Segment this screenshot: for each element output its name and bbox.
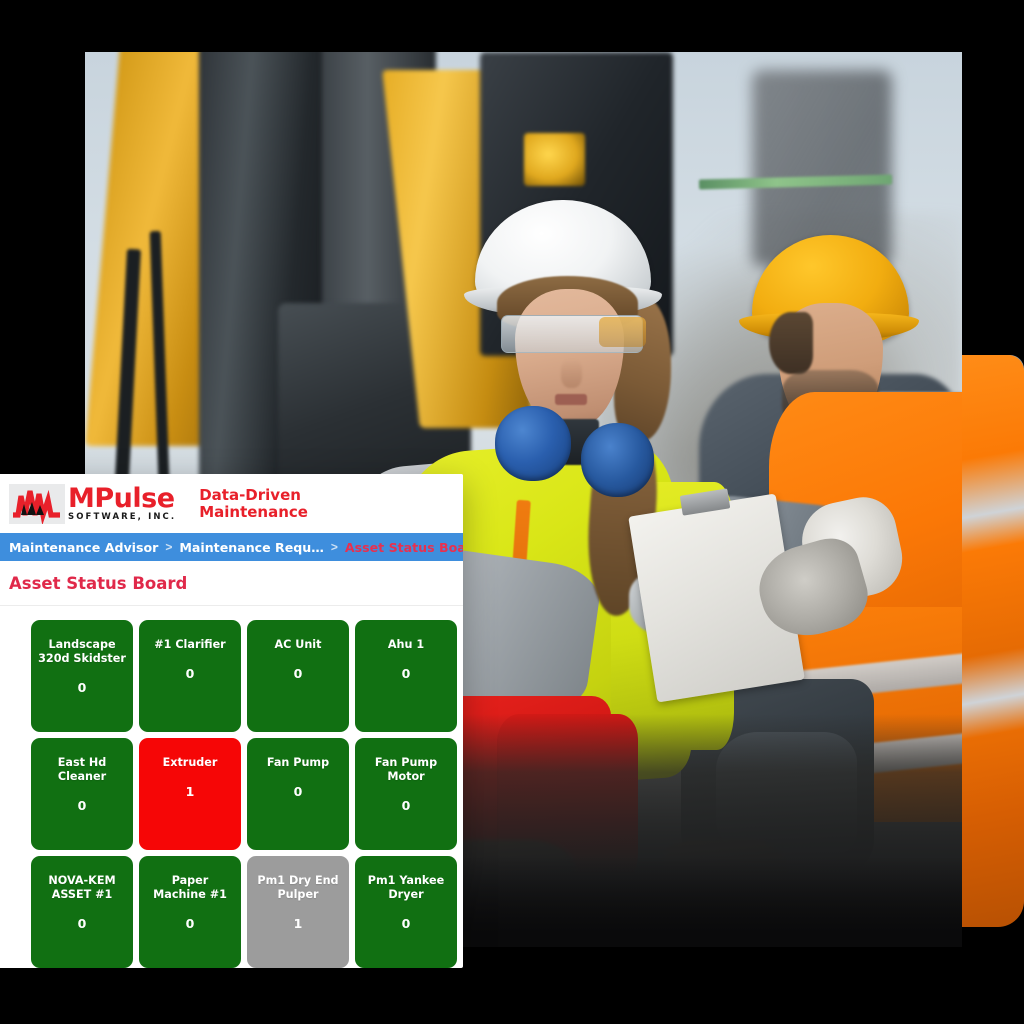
logo-subtitle: SOFTWARE, INC.	[68, 512, 177, 523]
asset-tile-label: East Hd Cleaner	[57, 756, 107, 783]
breadcrumb: Maintenance Advisor > Maintenance Requ… …	[0, 533, 463, 561]
photo-woman-ear-defender-left	[495, 405, 571, 481]
asset-tile[interactable]: Ahu 1 0	[355, 620, 457, 732]
asset-tile[interactable]: Pm1 Dry End Pulper 1	[247, 856, 349, 968]
photo-excavator-lamp	[523, 132, 585, 187]
photo-cutout-overflow	[962, 355, 1024, 927]
asset-tile-label: #1 Clarifier	[154, 638, 226, 651]
asset-tile-count: 0	[401, 665, 411, 681]
asset-tile-count: 1	[185, 783, 195, 799]
photo-woman-mouth	[555, 393, 587, 405]
asset-status-board-card: MPulse SOFTWARE, INC. Data-Driven Mainte…	[0, 474, 463, 968]
photo-woman-ear-defender-right	[580, 423, 655, 497]
screenshot-stage: MPulse SOFTWARE, INC. Data-Driven Mainte…	[0, 0, 1024, 1024]
asset-tile[interactable]: AC Unit 0	[247, 620, 349, 732]
asset-tile-count: 0	[293, 783, 303, 799]
breadcrumb-item-asset-status-board[interactable]: Asset Status Board	[345, 540, 463, 555]
page-title: Asset Status Board	[9, 574, 188, 593]
asset-tile-count: 0	[185, 665, 195, 681]
asset-tile-count: 0	[293, 665, 303, 681]
asset-tile-count: 0	[77, 915, 87, 931]
asset-tile[interactable]: Extruder 1	[139, 738, 241, 850]
app-header: MPulse SOFTWARE, INC. Data-Driven Mainte…	[0, 474, 463, 533]
photo-cutout-vest	[962, 355, 1024, 927]
asset-tile[interactable]: NOVA-KEM ASSET #1 0	[31, 856, 133, 968]
asset-tile[interactable]: Fan Pump 0	[247, 738, 349, 850]
asset-tile-label: Landscape 320d Skidster	[38, 638, 126, 665]
asset-tile-label: Extruder	[162, 756, 218, 769]
asset-tile-count: 0	[77, 797, 87, 813]
asset-tile-label: NOVA-KEM ASSET #1	[48, 874, 116, 901]
asset-tile[interactable]: Landscape 320d Skidster 0	[31, 620, 133, 732]
asset-tile[interactable]: #1 Clarifier 0	[139, 620, 241, 732]
logo-tagline-line-2: Maintenance	[199, 502, 308, 521]
asset-tile[interactable]: East Hd Cleaner 0	[31, 738, 133, 850]
asset-tile-label: Pm1 Yankee Dryer	[367, 874, 445, 901]
breadcrumb-item-maintenance-requests[interactable]: Maintenance Requ…	[179, 540, 324, 555]
asset-tile-count: 1	[293, 915, 303, 931]
logo-tagline-line-1: Data-Driven	[199, 485, 301, 504]
asset-tile-label: Fan Pump	[266, 756, 330, 769]
breadcrumb-separator-icon: >	[165, 540, 173, 554]
asset-tile-label: Fan Pump Motor	[374, 756, 438, 783]
asset-tile[interactable]: Fan Pump Motor 0	[355, 738, 457, 850]
asset-tile-label: Ahu 1	[387, 638, 425, 651]
asset-tile-label: Pm1 Dry End Pulper	[257, 874, 339, 901]
breadcrumb-separator-icon: >	[330, 540, 338, 554]
mpulse-pulse-m-icon[interactable]	[9, 483, 65, 524]
asset-tile-grid: Landscape 320d Skidster 0 #1 Clarifier 0…	[0, 606, 463, 968]
photo-woman-nose	[561, 358, 583, 388]
logo-tagline: Data-Driven Maintenance	[199, 485, 308, 521]
asset-tile-label: Paper Machine #1	[153, 874, 227, 901]
asset-tile[interactable]: Paper Machine #1 0	[139, 856, 241, 968]
asset-tile-count: 0	[77, 679, 87, 695]
page-title-bar: Asset Status Board	[0, 561, 463, 606]
photo-woman-safety-glasses-amber-lens	[598, 316, 647, 348]
asset-tile-count: 0	[185, 915, 195, 931]
asset-tile-label: AC Unit	[274, 638, 322, 651]
asset-tile[interactable]: Pm1 Yankee Dryer 0	[355, 856, 457, 968]
photo-man-hair	[769, 311, 813, 375]
logo-name: MPulse	[68, 483, 175, 515]
asset-tile-count: 0	[401, 915, 411, 931]
breadcrumb-item-maintenance-advisor[interactable]: Maintenance Advisor	[9, 540, 158, 555]
asset-tile-count: 0	[401, 797, 411, 813]
logo-wordmark: MPulse SOFTWARE, INC.	[68, 485, 176, 522]
